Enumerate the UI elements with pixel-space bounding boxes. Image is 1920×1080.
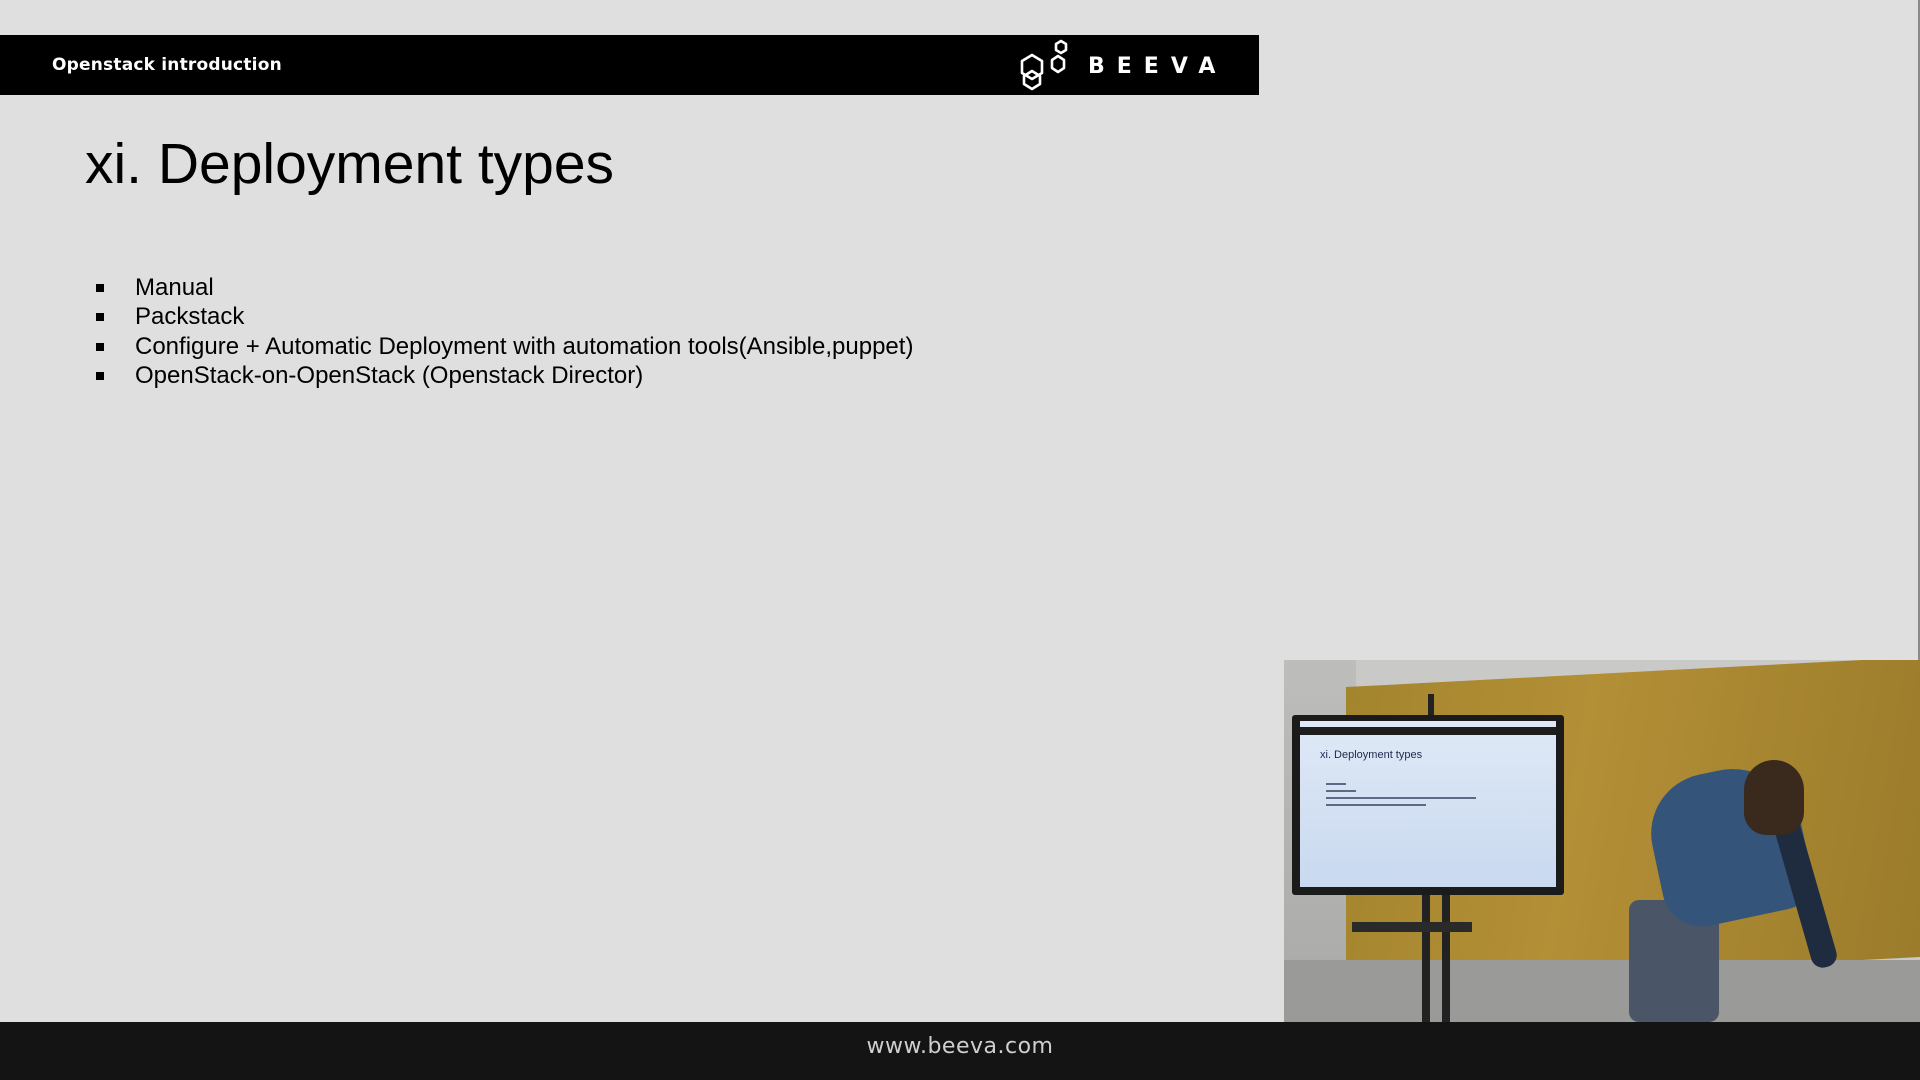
cam-tv-shelf <box>1352 922 1472 932</box>
cam-floor <box>1284 960 1920 1022</box>
list-item: Packstack <box>96 303 913 333</box>
list-item: Configure + Automatic Deployment with au… <box>96 332 913 362</box>
cam-tv-title: xi. Deployment types <box>1320 749 1423 761</box>
cam-tv-monitor: xi. Deployment types <box>1292 715 1564 895</box>
square-bullet-icon <box>96 313 104 322</box>
square-bullet-icon <box>96 372 104 381</box>
bullet-list: Manual Packstack Configure + Automatic D… <box>96 273 913 391</box>
cam-tv-stand-leg <box>1442 895 1450 1022</box>
list-item-text: Packstack <box>135 303 245 331</box>
cam-tv-bullets <box>1326 783 1476 811</box>
cam-tv-stand-leg <box>1422 895 1430 1022</box>
list-item-text: Manual <box>135 273 214 301</box>
webcam-overlay: xi. Deployment types <box>1284 660 1920 1022</box>
list-item-text: OpenStack-on-OpenStack (Openstack Direct… <box>135 362 644 390</box>
list-item-text: Configure + Automatic Deployment with au… <box>135 332 914 360</box>
cam-tv-screen: xi. Deployment types <box>1300 721 1556 887</box>
list-item: OpenStack-on-OpenStack (Openstack Direct… <box>96 362 913 392</box>
video-frame: Openstack introduction BEEVA xi. Deploym… <box>0 0 1920 1080</box>
logo-text: BEEVA <box>1088 53 1228 79</box>
cam-tv-header-bar <box>1300 727 1556 735</box>
list-item: Manual <box>96 273 913 303</box>
cam-presenter-head <box>1744 760 1804 835</box>
slide-title: xi. Deployment types <box>85 132 615 196</box>
footer-bar: www.beeva.com <box>0 1022 1920 1080</box>
header-title: Openstack introduction <box>52 55 282 75</box>
square-bullet-icon <box>96 283 104 292</box>
slide-header-bar: Openstack introduction BEEVA <box>0 35 1259 95</box>
beeva-hexagon-logo-icon <box>1020 39 1068 91</box>
beeva-logo: BEEVA <box>1018 38 1227 92</box>
square-bullet-icon <box>96 342 104 351</box>
footer-url: www.beeva.com <box>866 1034 1054 1059</box>
